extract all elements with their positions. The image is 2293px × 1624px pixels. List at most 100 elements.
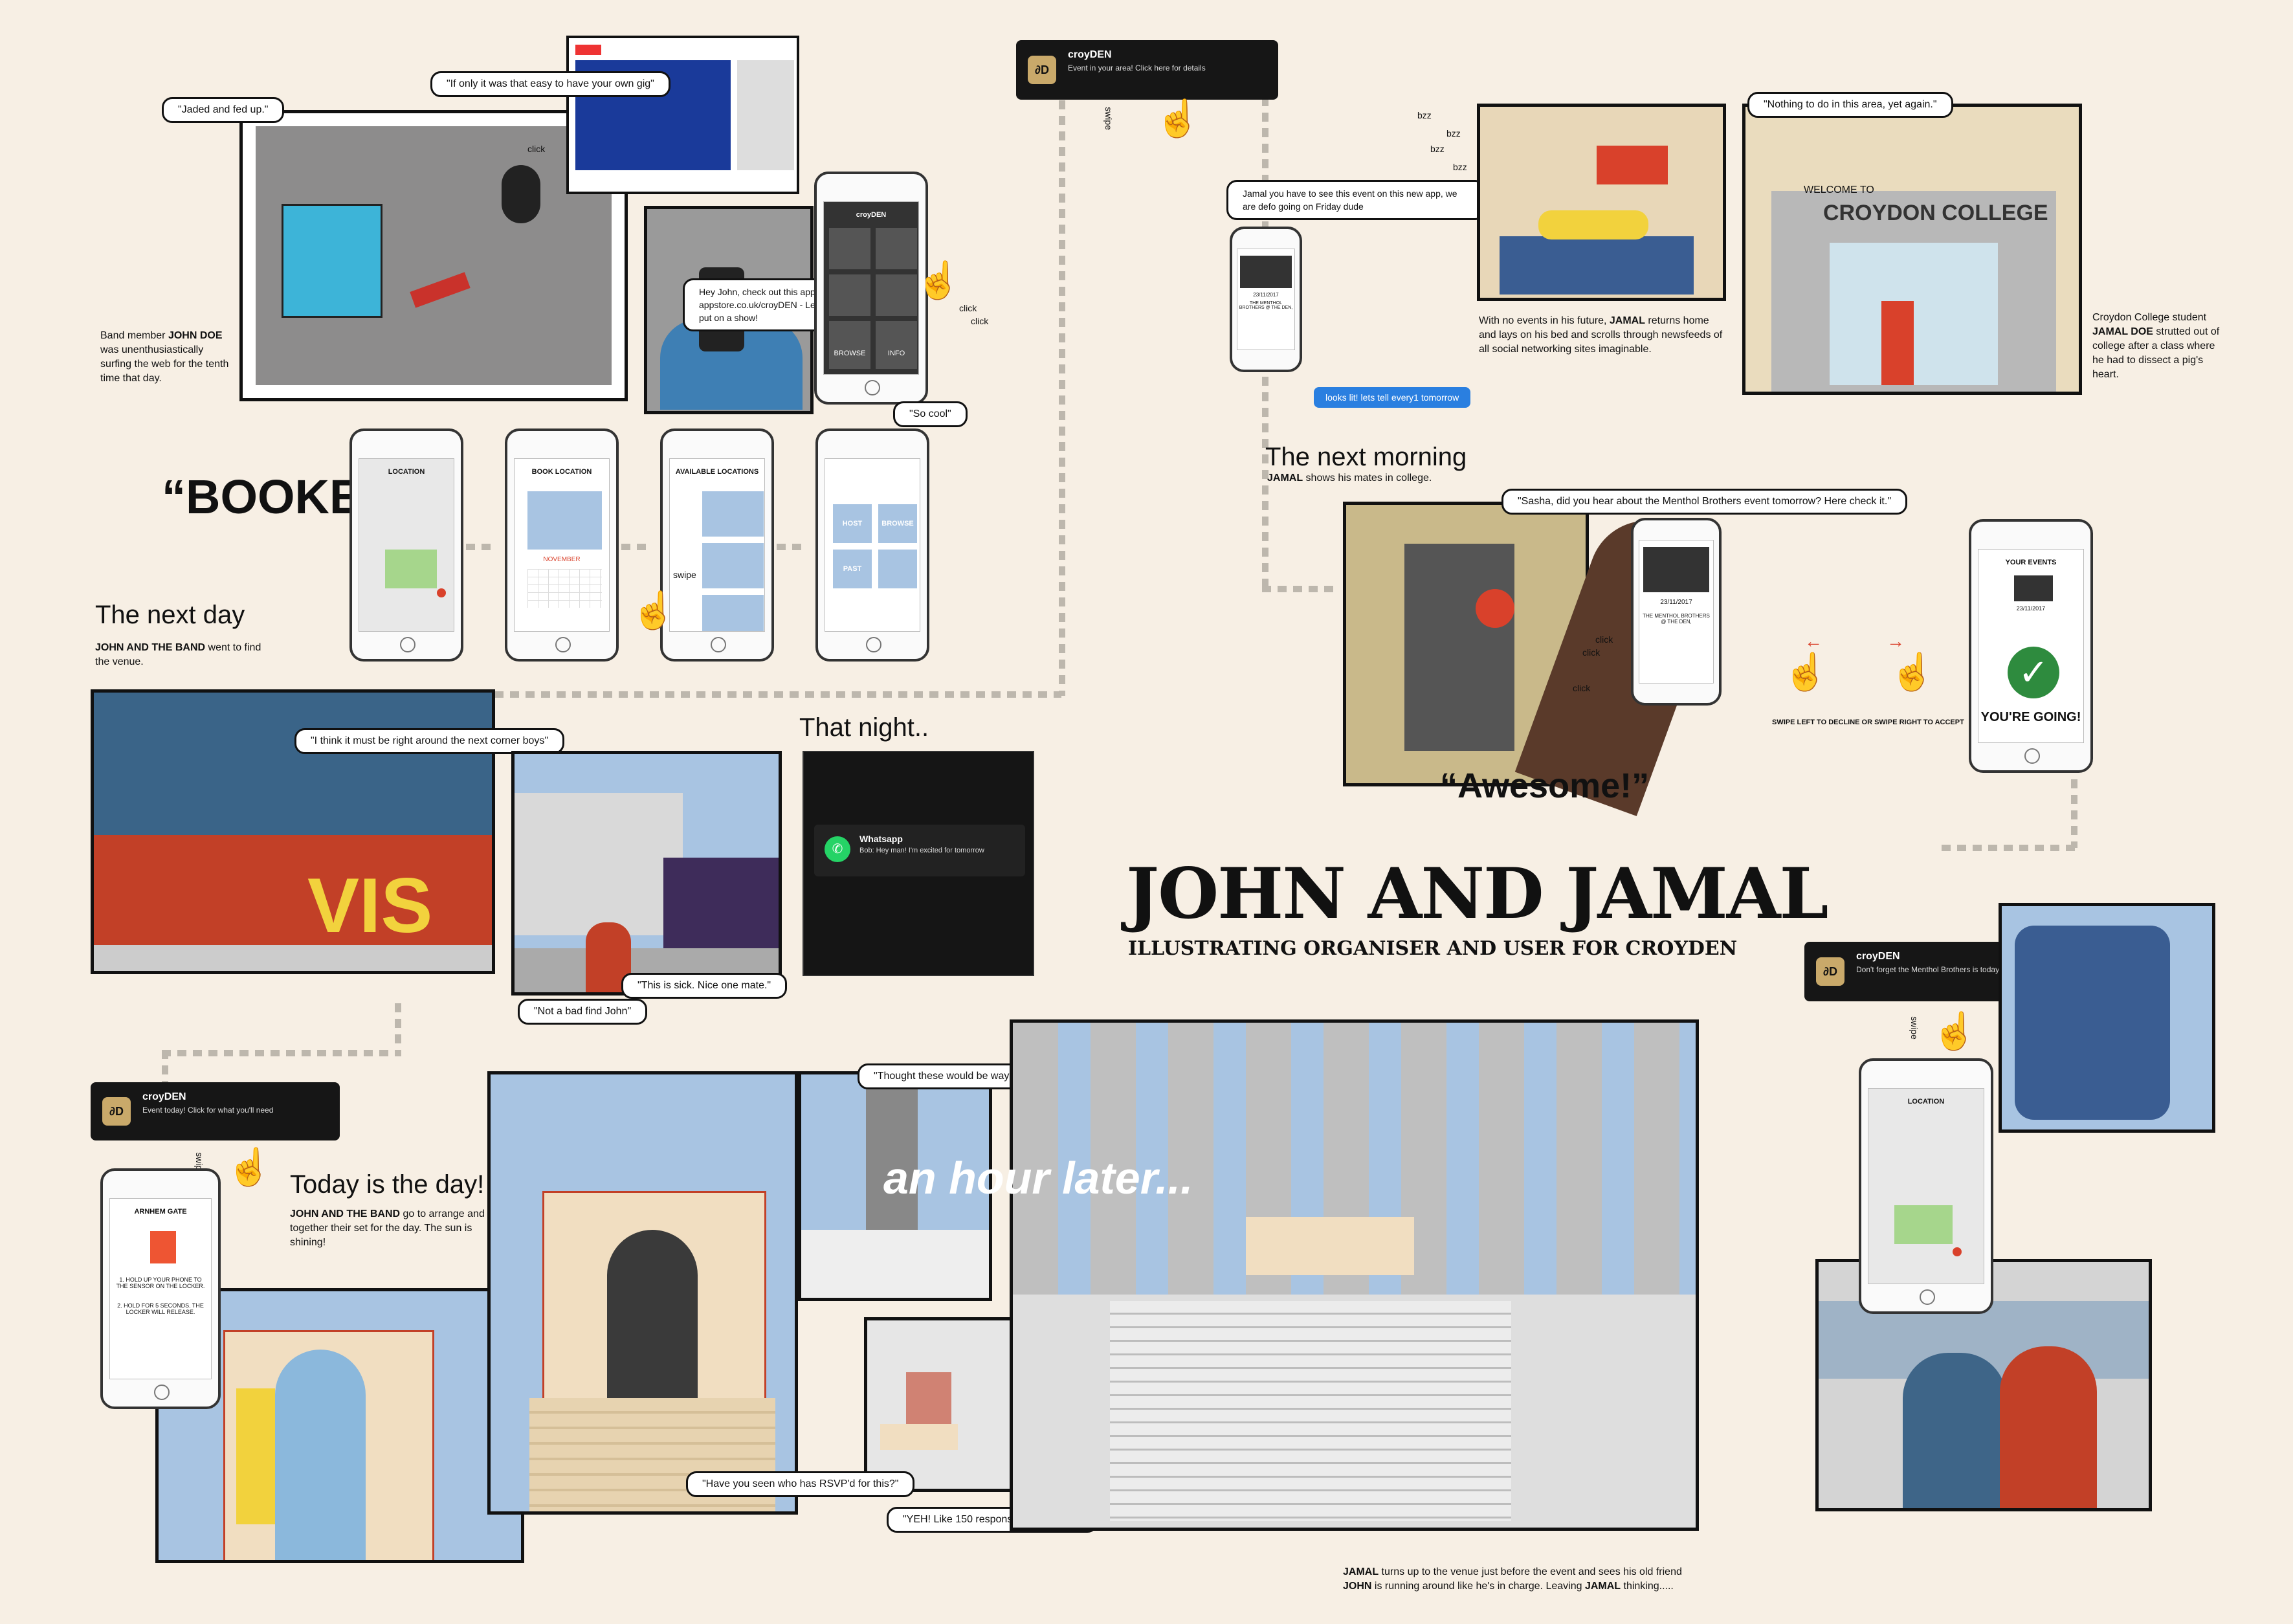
path-line xyxy=(777,544,803,550)
bzz-label: bzz xyxy=(1417,110,1432,120)
path-line xyxy=(621,544,647,550)
past-tile[interactable]: PAST xyxy=(833,550,872,588)
app-tile[interactable] xyxy=(876,228,917,269)
browse-tile[interactable]: BROWSE xyxy=(878,504,917,543)
phone-your-events: YOUR EVENTS 23/11/2017 ✓ YOU'RE GOING! xyxy=(1969,519,2093,773)
path-line xyxy=(466,544,492,550)
caption-today: JOHN AND THE BAND go to arrange and put … xyxy=(290,1208,502,1248)
page-title: JOHN AND JAMAL xyxy=(1126,853,1828,935)
awesome-exclaim: “Awesome!” xyxy=(1440,766,1650,805)
whatsapp-notification[interactable]: ✆ Whatsapp Bob: Hey man! I'm excited for… xyxy=(814,825,1025,876)
check-icon[interactable]: ✓ xyxy=(2008,647,2059,698)
table-illustration xyxy=(1404,544,1514,751)
panel-bedroom-morning xyxy=(1999,903,2215,1133)
caption-next-morning: JAMAL shows his mates in college. xyxy=(1267,473,1432,484)
hour-later-text: an hour later... xyxy=(883,1153,1193,1203)
event-image xyxy=(1643,547,1709,592)
speech-bubble: "I think it must be right around the nex… xyxy=(294,728,565,754)
stairs xyxy=(529,1398,775,1511)
next-day-heading: The next day xyxy=(95,601,245,629)
click-label: click xyxy=(971,316,989,326)
path-line xyxy=(1059,100,1065,696)
arrow-right-icon: → xyxy=(1887,631,1905,651)
caption-next-day: JOHN AND THE BAND went to find the venue… xyxy=(95,642,261,667)
speech-bubble: "So cool" xyxy=(893,401,968,427)
hand-swipe-icon: ☝ xyxy=(1783,651,1828,692)
notification-croyden-1[interactable]: ∂D croyDEN Event in your area! Click her… xyxy=(1016,40,1278,100)
arrow-left-icon: ← xyxy=(1804,631,1822,651)
home-button[interactable] xyxy=(154,1385,170,1400)
click-label: click xyxy=(1595,634,1613,645)
poster-illustration xyxy=(1597,146,1668,184)
hand-swipe-icon: ☝ xyxy=(1155,98,1201,139)
croyden-logo-icon: ∂D xyxy=(102,1097,131,1126)
hand-swipe-icon: ☝ xyxy=(631,590,676,630)
today-heading: Today is the day! xyxy=(290,1170,485,1199)
croyden-logo-icon: ∂D xyxy=(1816,957,1844,986)
panel-jamal-bedroom xyxy=(1477,104,1726,301)
caption-no-events: With no events in his future, JAMAL retu… xyxy=(1479,315,1723,355)
app-tile[interactable] xyxy=(829,228,870,269)
swipe-label: swipe xyxy=(1103,107,1114,130)
chair-illustration xyxy=(502,165,540,223)
map-tile[interactable] xyxy=(878,550,917,588)
hand-swipe-icon: ☝ xyxy=(1932,1010,1977,1051)
person-illustration xyxy=(1881,301,1914,385)
panel-croydon-college: WELCOME TO CROYDON COLLEGE xyxy=(1742,104,2082,395)
phone-location: LOCATION xyxy=(349,428,463,662)
building-illustration xyxy=(663,858,779,961)
arch-door xyxy=(607,1230,698,1398)
map-pin-icon[interactable] xyxy=(1953,1247,1962,1256)
panel-video-screenshot xyxy=(566,36,799,194)
home-button[interactable] xyxy=(866,637,881,652)
host-tile[interactable]: HOST xyxy=(833,504,872,543)
home-button[interactable] xyxy=(555,637,571,652)
person-illustration xyxy=(2000,1346,2097,1508)
home-button[interactable] xyxy=(1920,1289,1935,1305)
browse-button[interactable]: BROWSE xyxy=(829,321,870,369)
college-doors xyxy=(1830,243,1998,385)
bed-illustration xyxy=(1500,236,1694,295)
info-button[interactable]: INFO xyxy=(876,321,917,369)
bench xyxy=(880,1424,958,1450)
app-tile[interactable] xyxy=(876,274,917,316)
college-welcome-sign: WELCOME TO xyxy=(1804,184,1874,195)
bzz-label: bzz xyxy=(1430,144,1445,154)
phone-available-locations: AVAILABLE LOCATIONS xyxy=(660,428,774,662)
whatsapp-icon: ✆ xyxy=(825,836,850,862)
app-tile[interactable] xyxy=(829,274,870,316)
location-thumb[interactable] xyxy=(702,595,764,631)
hand-tap-icon: ☝ xyxy=(916,260,961,300)
map-area[interactable] xyxy=(1894,1205,1953,1244)
event-image xyxy=(1240,256,1292,288)
home-button[interactable] xyxy=(400,637,415,652)
speech-bubble: "Sasha, did you hear about the Menthol B… xyxy=(1501,489,1907,515)
swipe-label: swipe xyxy=(1909,1016,1920,1040)
chat-bubble-reply: looks lit! lets tell every1 tomorrow xyxy=(1314,387,1471,408)
speech-bubble: "Not a bad find John" xyxy=(518,999,648,1025)
phone-location-2: LOCATION xyxy=(1859,1058,1993,1314)
home-button[interactable] xyxy=(2024,748,2040,764)
bzz-label: bzz xyxy=(1446,128,1461,139)
calendar-grid[interactable] xyxy=(527,569,602,608)
home-button[interactable] xyxy=(711,637,726,652)
notification-croyden-3[interactable]: ∂D croyDEN Event today! Click for what y… xyxy=(91,1082,340,1140)
panel-concert-plaza xyxy=(1010,1019,1699,1531)
location-thumb[interactable] xyxy=(702,543,764,588)
panel-arch-stairs xyxy=(487,1071,798,1515)
balcony xyxy=(801,1230,989,1298)
phone-book-location: BOOK LOCATION NOVEMBER xyxy=(505,428,619,662)
phone-event-small: 23/11/2017 THE MENTHOL BROTHERS @ THE DE… xyxy=(1230,227,1302,372)
bed-illustration xyxy=(282,204,382,318)
map-area[interactable] xyxy=(385,550,437,588)
stairs xyxy=(1110,1301,1511,1521)
home-button[interactable] xyxy=(865,380,880,395)
college-sign: CROYDON COLLEGE xyxy=(1823,201,2048,225)
arch-door xyxy=(275,1350,366,1560)
location-thumb[interactable] xyxy=(702,491,764,537)
pavement xyxy=(94,945,492,971)
next-morning-heading: The next morning xyxy=(1265,443,1467,471)
click-label: click xyxy=(527,144,546,154)
speech-bubble: "Jaded and fed up." xyxy=(162,97,285,123)
map-pin-icon[interactable] xyxy=(437,588,446,597)
